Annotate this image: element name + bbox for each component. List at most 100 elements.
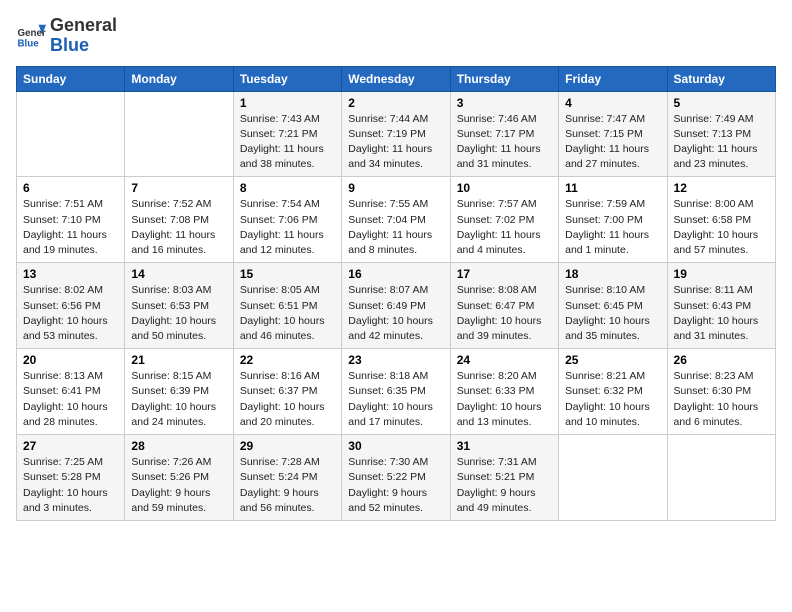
day-number: 4 [565,96,660,110]
day-info: Sunrise: 8:02 AM Sunset: 6:56 PM Dayligh… [23,283,118,344]
day-info: Sunrise: 8:15 AM Sunset: 6:39 PM Dayligh… [131,369,226,430]
day-cell: 14Sunrise: 8:03 AM Sunset: 6:53 PM Dayli… [125,263,233,349]
day-number: 2 [348,96,443,110]
day-number: 7 [131,181,226,195]
day-number: 28 [131,439,226,453]
day-cell [667,435,775,521]
day-info: Sunrise: 7:28 AM Sunset: 5:24 PM Dayligh… [240,455,335,516]
column-header-friday: Friday [559,66,667,91]
day-number: 11 [565,181,660,195]
day-number: 22 [240,353,335,367]
column-header-tuesday: Tuesday [233,66,341,91]
day-number: 8 [240,181,335,195]
day-info: Sunrise: 8:10 AM Sunset: 6:45 PM Dayligh… [565,283,660,344]
day-number: 12 [674,181,769,195]
day-number: 19 [674,267,769,281]
day-number: 10 [457,181,552,195]
day-cell [559,435,667,521]
day-info: Sunrise: 8:11 AM Sunset: 6:43 PM Dayligh… [674,283,769,344]
day-cell: 26 Sunrise: 8:23 AM Sunset: 6:30 PM Dayli… [667,349,775,435]
day-number: 9 [348,181,443,195]
week-row-4: 20 Sunrise: 8:13 AM Sunset: 6:41 PM Dayli… [17,349,776,435]
day-cell: 2 Sunrise: 7:44 AM Sunset: 7:19 PM Daylig… [342,91,450,177]
day-info: Sunrise: 7:55 AM Sunset: 7:04 PM Dayligh… [348,197,443,258]
day-cell: 18 Sunrise: 8:10 AM Sunset: 6:45 PM Dayli… [559,263,667,349]
day-info: Sunrise: 7:44 AM Sunset: 7:19 PM Dayligh… [348,112,443,173]
day-number: 17 [457,267,552,281]
day-info: Sunrise: 7:47 AM Sunset: 7:15 PM Dayligh… [565,112,660,173]
column-header-monday: Monday [125,66,233,91]
day-info: Sunrise: 8:00 AM Sunset: 6:58 PM Dayligh… [674,197,769,258]
day-info: Sunrise: 7:31 AM Sunset: 5:21 PM Dayligh… [457,455,552,516]
day-number: 31 [457,439,552,453]
day-cell: 1Sunrise: 7:43 AM Sunset: 7:21 PM Daylig… [233,91,341,177]
day-cell [17,91,125,177]
day-cell: 20 Sunrise: 8:13 AM Sunset: 6:41 PM Dayli… [17,349,125,435]
day-cell: 4 Sunrise: 7:47 AM Sunset: 7:15 PM Daylig… [559,91,667,177]
day-info: Sunrise: 7:51 AM Sunset: 7:10 PM Dayligh… [23,197,118,258]
svg-text:Blue: Blue [18,38,40,49]
day-cell: 27 Sunrise: 7:25 AM Sunset: 5:28 PM Dayli… [17,435,125,521]
day-cell: 7 Sunrise: 7:52 AM Sunset: 7:08 PM Daylig… [125,177,233,263]
column-header-wednesday: Wednesday [342,66,450,91]
day-info: Sunrise: 8:20 AM Sunset: 6:33 PM Dayligh… [457,369,552,430]
day-cell: 19 Sunrise: 8:11 AM Sunset: 6:43 PM Dayli… [667,263,775,349]
week-row-1: 1Sunrise: 7:43 AM Sunset: 7:21 PM Daylig… [17,91,776,177]
day-cell: 13 Sunrise: 8:02 AM Sunset: 6:56 PM Dayli… [17,263,125,349]
day-cell: 29Sunrise: 7:28 AM Sunset: 5:24 PM Dayli… [233,435,341,521]
day-info: Sunrise: 8:16 AM Sunset: 6:37 PM Dayligh… [240,369,335,430]
column-header-thursday: Thursday [450,66,558,91]
header-row: SundayMondayTuesdayWednesdayThursdayFrid… [17,66,776,91]
column-header-sunday: Sunday [17,66,125,91]
day-number: 16 [348,267,443,281]
day-cell: 10 Sunrise: 7:57 AM Sunset: 7:02 PM Dayli… [450,177,558,263]
day-info: Sunrise: 8:08 AM Sunset: 6:47 PM Dayligh… [457,283,552,344]
day-cell: 16 Sunrise: 8:07 AM Sunset: 6:49 PM Dayli… [342,263,450,349]
day-info: Sunrise: 8:07 AM Sunset: 6:49 PM Dayligh… [348,283,443,344]
day-cell: 24 Sunrise: 8:20 AM Sunset: 6:33 PM Dayli… [450,349,558,435]
day-info: Sunrise: 8:05 AM Sunset: 6:51 PM Dayligh… [240,283,335,344]
day-number: 3 [457,96,552,110]
week-row-3: 13 Sunrise: 8:02 AM Sunset: 6:56 PM Dayli… [17,263,776,349]
day-info: Sunrise: 8:13 AM Sunset: 6:41 PM Dayligh… [23,369,118,430]
day-number: 18 [565,267,660,281]
day-cell: 15 Sunrise: 8:05 AM Sunset: 6:51 PM Dayli… [233,263,341,349]
day-cell [125,91,233,177]
day-info: Sunrise: 8:21 AM Sunset: 6:32 PM Dayligh… [565,369,660,430]
day-cell: 8 Sunrise: 7:54 AM Sunset: 7:06 PM Daylig… [233,177,341,263]
day-number: 20 [23,353,118,367]
week-row-2: 6 Sunrise: 7:51 AM Sunset: 7:10 PM Daylig… [17,177,776,263]
day-info: Sunrise: 7:26 AM Sunset: 5:26 PM Dayligh… [131,455,226,516]
day-info: Sunrise: 7:52 AM Sunset: 7:08 PM Dayligh… [131,197,226,258]
day-number: 6 [23,181,118,195]
day-info: Sunrise: 7:25 AM Sunset: 5:28 PM Dayligh… [23,455,118,516]
day-cell: 11Sunrise: 7:59 AM Sunset: 7:00 PM Dayli… [559,177,667,263]
day-number: 27 [23,439,118,453]
day-cell: 22 Sunrise: 8:16 AM Sunset: 6:37 PM Dayli… [233,349,341,435]
day-cell: 6 Sunrise: 7:51 AM Sunset: 7:10 PM Daylig… [17,177,125,263]
day-info: Sunrise: 7:43 AM Sunset: 7:21 PM Dayligh… [240,112,335,173]
day-info: Sunrise: 8:23 AM Sunset: 6:30 PM Dayligh… [674,369,769,430]
day-number: 15 [240,267,335,281]
logo-icon: General Blue [16,21,46,51]
day-number: 13 [23,267,118,281]
logo: General Blue General Blue [16,16,117,56]
day-cell: 31 Sunrise: 7:31 AM Sunset: 5:21 PM Dayli… [450,435,558,521]
day-number: 24 [457,353,552,367]
day-info: Sunrise: 7:54 AM Sunset: 7:06 PM Dayligh… [240,197,335,258]
day-number: 23 [348,353,443,367]
logo-text: General Blue [50,16,117,56]
day-number: 25 [565,353,660,367]
week-row-5: 27 Sunrise: 7:25 AM Sunset: 5:28 PM Dayli… [17,435,776,521]
day-number: 21 [131,353,226,367]
column-header-saturday: Saturday [667,66,775,91]
day-cell: 25 Sunrise: 8:21 AM Sunset: 6:32 PM Dayli… [559,349,667,435]
day-cell: 23 Sunrise: 8:18 AM Sunset: 6:35 PM Dayli… [342,349,450,435]
day-info: Sunrise: 7:57 AM Sunset: 7:02 PM Dayligh… [457,197,552,258]
day-info: Sunrise: 8:18 AM Sunset: 6:35 PM Dayligh… [348,369,443,430]
day-info: Sunrise: 7:49 AM Sunset: 7:13 PM Dayligh… [674,112,769,173]
day-cell: 9 Sunrise: 7:55 AM Sunset: 7:04 PM Daylig… [342,177,450,263]
day-number: 30 [348,439,443,453]
day-number: 26 [674,353,769,367]
day-cell: 5Sunrise: 7:49 AM Sunset: 7:13 PM Daylig… [667,91,775,177]
